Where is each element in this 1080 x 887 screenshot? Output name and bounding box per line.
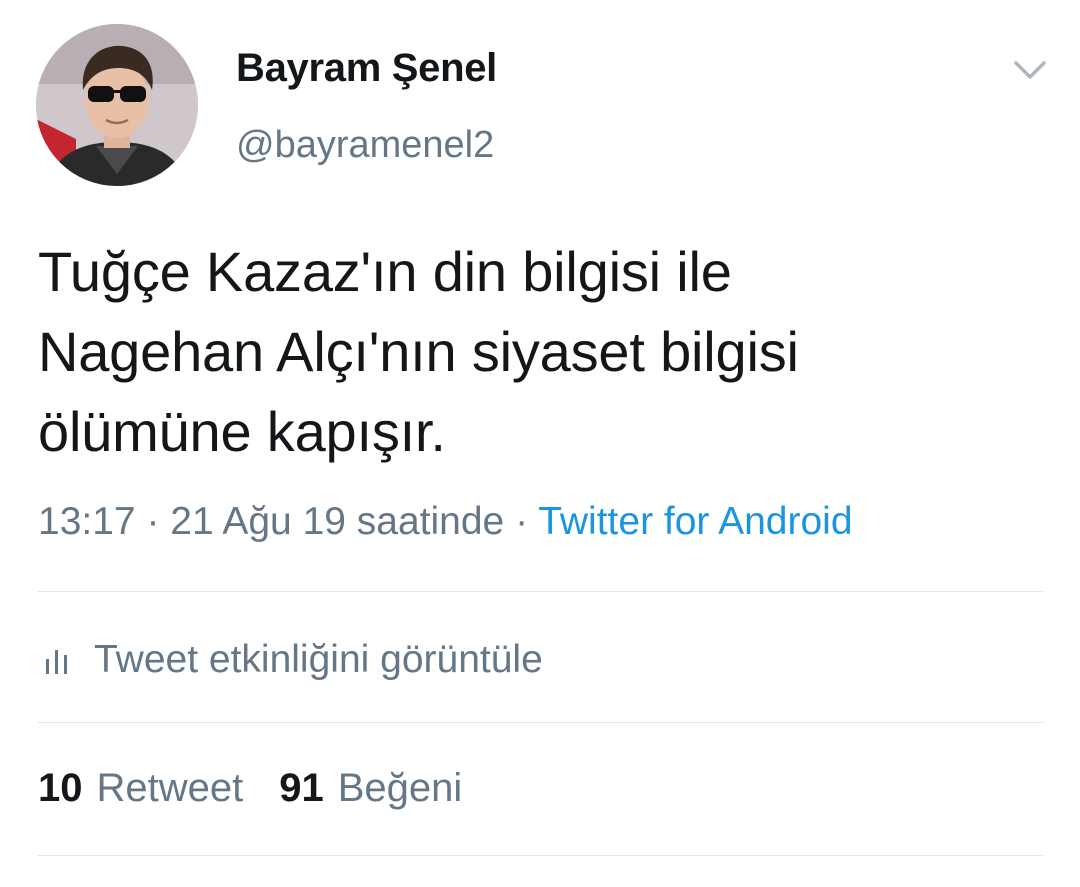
tweet-text-line: ölümüne kapışır. [38,400,446,463]
retweets-stat[interactable]: 10 Retweet [38,766,243,811]
meta-separator: · [135,500,171,543]
tweet-meta: 13:17 · 21 Ağu 19 saatinde · Twitter for… [38,500,853,544]
bar-chart-icon [46,650,67,674]
author-handle[interactable]: @bayramenel2 [236,124,494,167]
tweet-time[interactable]: 13:17 [38,500,136,543]
tweet-stats: 10 Retweet 91 Beğeni [38,766,498,811]
profile-photo-icon [36,24,198,186]
retweet-label: Retweet [96,766,244,810]
like-count: 91 [279,766,324,810]
divider [38,855,1044,856]
tweet-detail: Bayram Şenel @bayramenel2 Tuğçe Kazaz'ın… [0,0,1080,887]
divider [38,591,1044,592]
chevron-down-icon [1014,61,1046,79]
avatar[interactable] [36,24,198,186]
like-label: Beğeni [337,766,463,810]
tweet-source-link[interactable]: Twitter for Android [538,500,852,543]
tweet-text-line: Nagehan Alçı'nın siyaset bilgisi [38,320,799,383]
author-display-name[interactable]: Bayram Şenel [236,46,497,91]
divider [38,722,1044,723]
tweet-date[interactable]: 21 Ağu 19 saatinde [170,500,504,543]
tweet-text-line: Tuğçe Kazaz'ın din bilgisi ile [38,240,732,303]
likes-stat[interactable]: 91 Beğeni [279,766,462,811]
tweet-activity-label: Tweet etkinliğini görüntüle [94,638,543,681]
tweet-menu-button[interactable] [1008,52,1052,88]
retweet-count: 10 [38,766,83,810]
meta-separator: · [504,500,539,543]
tweet-text: Tuğçe Kazaz'ın din bilgisi ile Nagehan A… [38,232,1048,472]
tweet-activity-button[interactable]: Tweet etkinliğini görüntüle [40,634,543,686]
